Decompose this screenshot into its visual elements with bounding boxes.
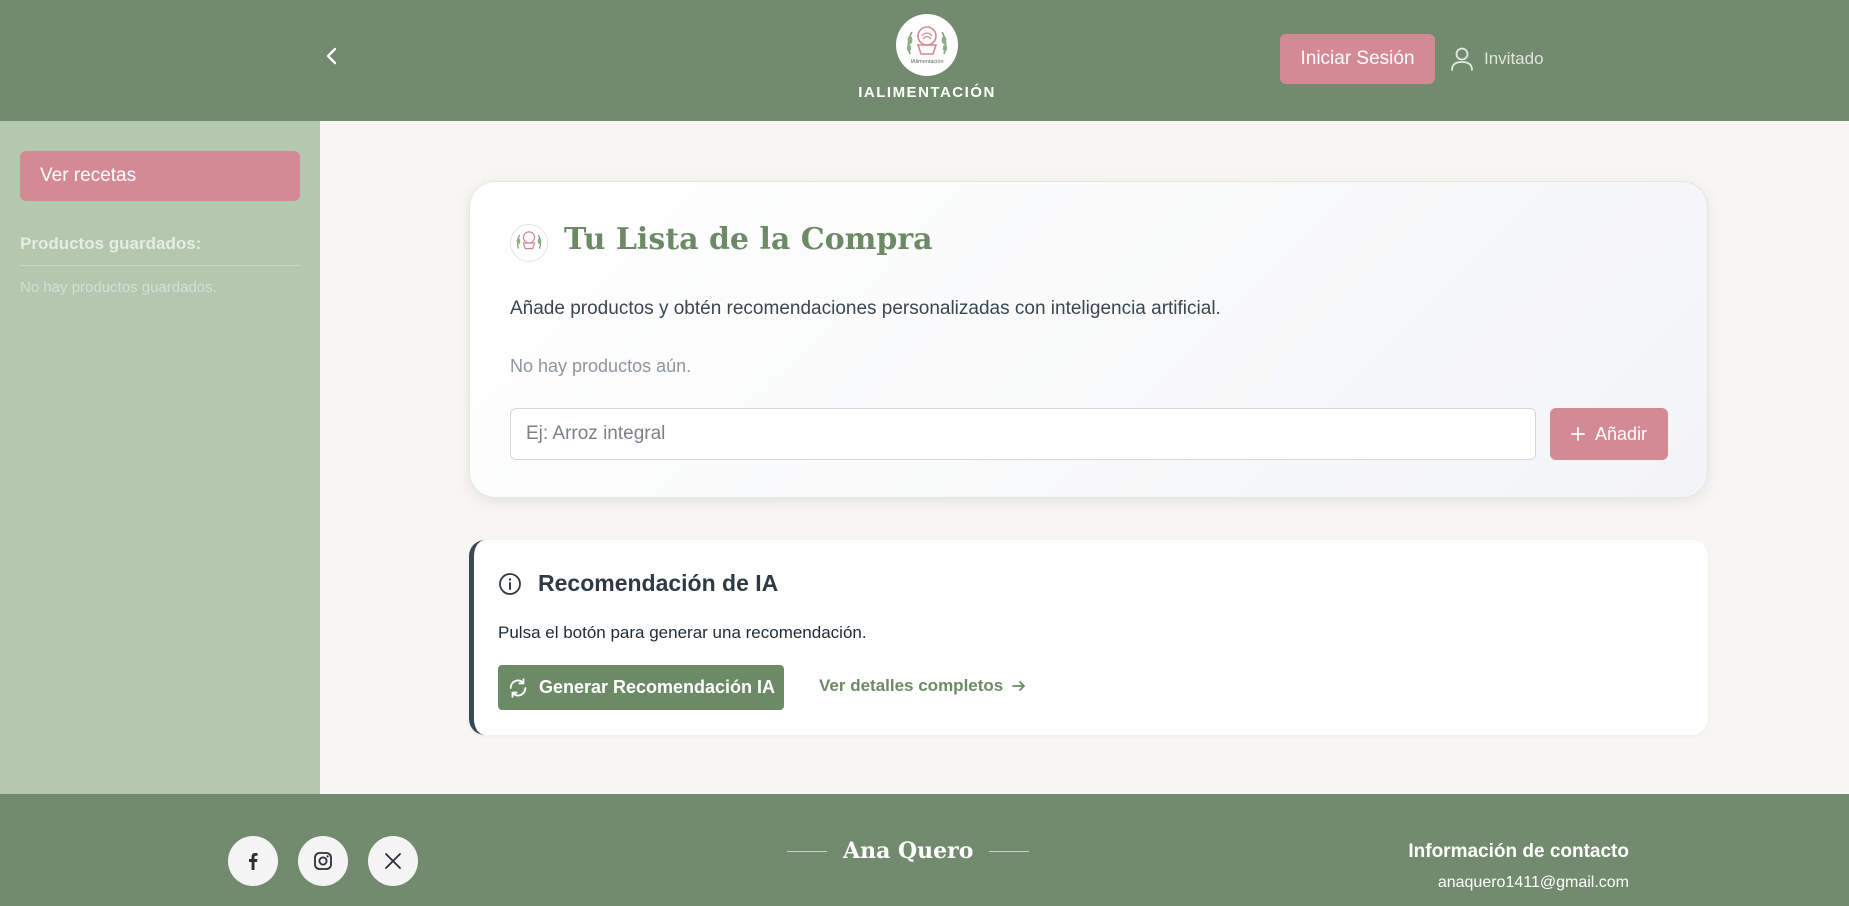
x-icon: [385, 853, 401, 869]
contact-email[interactable]: anaquero1411@gmail.com: [1438, 874, 1629, 892]
info-icon: [499, 573, 521, 595]
footer-divider: [787, 850, 827, 852]
svg-text:IAlimentación: IAlimentación: [910, 59, 943, 65]
chevron-left-icon: [326, 47, 337, 65]
brand-logo: IAlimentación: [896, 14, 958, 76]
shopping-list-title: Tu Lista de la Compra: [564, 222, 933, 257]
shopping-list-card: Tu Lista de la Compra Añade productos y …: [469, 181, 1708, 498]
ai-recommendation-title: Recomendación de IA: [538, 570, 779, 596]
view-details-label: Ver detalles completos: [819, 676, 1004, 695]
saved-products-empty: No hay productos guardados.: [20, 279, 217, 296]
view-details-link[interactable]: Ver detalles completos: [819, 676, 1027, 696]
top-header: IAlimentación IALIMENTACIÓN Iniciar Sesi…: [0, 0, 1849, 121]
brand-name: IALIMENTACIÓN: [858, 84, 996, 101]
instagram-link[interactable]: [298, 836, 348, 886]
user-menu[interactable]: Invitado: [1450, 45, 1544, 73]
logo-image-icon: IAlimentación: [906, 26, 948, 65]
shopping-list-description: Añade productos y obtén recomendaciones …: [510, 298, 1221, 319]
product-input[interactable]: [510, 408, 1536, 460]
view-recipes-button[interactable]: Ver recetas: [20, 151, 300, 201]
login-button[interactable]: Iniciar Sesión: [1280, 34, 1435, 84]
x-link[interactable]: [368, 836, 418, 886]
saved-products-title: Productos guardados:: [20, 234, 300, 266]
plus-icon: [1571, 427, 1585, 441]
brand-logo-group[interactable]: IAlimentación IALIMENTACIÓN: [858, 14, 994, 101]
footer-author-name: Ana Quero: [843, 838, 974, 864]
instagram-icon: [314, 852, 332, 870]
facebook-link[interactable]: [228, 836, 278, 886]
footer: Ana Quero Información de contacto anaque…: [0, 794, 1849, 906]
ai-recommendation-text: Pulsa el botón para generar una recomend…: [498, 623, 867, 642]
logo-image-icon: [516, 231, 542, 250]
card-logo: [510, 224, 548, 262]
sidebar: Ver recetas Productos guardados: No hay …: [0, 121, 320, 794]
user-icon: [1451, 47, 1473, 71]
shopping-list-empty: No hay productos aún.: [510, 356, 692, 376]
contact-info-title: Información de contacto: [1408, 841, 1629, 862]
back-button[interactable]: [320, 44, 344, 68]
user-label: Invitado: [1484, 49, 1544, 68]
refresh-icon: [509, 677, 527, 698]
ai-recommendation-card: Recomendación de IA Pulsa el botón para …: [469, 540, 1708, 735]
generate-recommendation-button[interactable]: Generar Recomendación IA: [498, 665, 784, 710]
add-product-label: Añadir: [1594, 423, 1648, 444]
generate-recommendation-label: Generar Recomendación IA: [538, 677, 776, 697]
facebook-icon: [249, 853, 258, 870]
add-product-button[interactable]: Añadir: [1550, 408, 1668, 460]
arrow-right-icon: [1012, 681, 1026, 691]
footer-divider: [989, 850, 1030, 852]
footer-author: Ana Quero: [787, 838, 1030, 864]
